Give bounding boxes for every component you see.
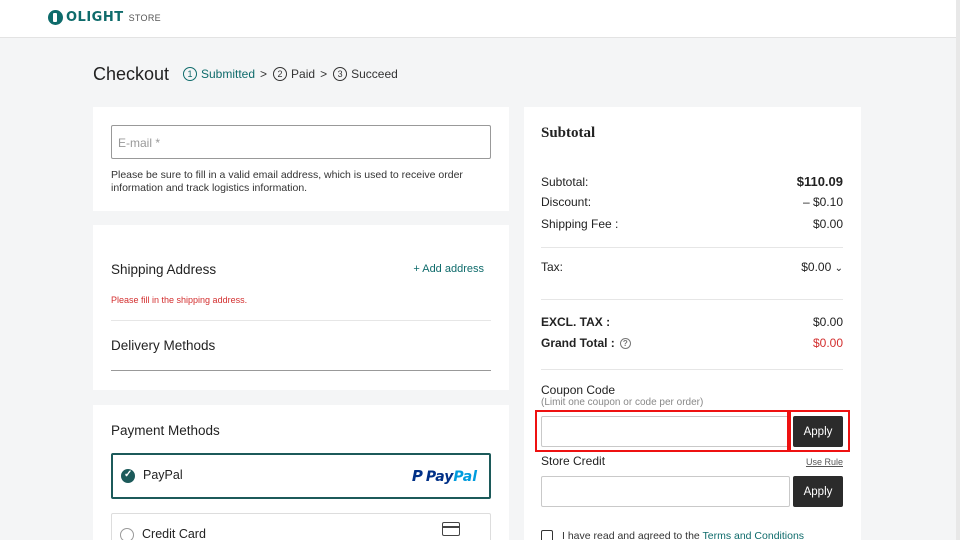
tax-label: Tax: (541, 260, 564, 274)
subtotal-row: Subtotal: $110.09 (541, 174, 843, 189)
payment-option-paypal[interactable]: PayPal PPayPal (111, 453, 491, 499)
excl-tax-value: $0.00 (812, 315, 843, 329)
step-label: Paid (291, 67, 316, 81)
terms-text: I have read and agreed to the (562, 530, 703, 540)
logo-text: OLIGHT (66, 10, 124, 25)
top-bar: OLIGHT STORE (0, 0, 960, 38)
shipping-address-title: Shipping Address (111, 262, 217, 277)
use-rule-link[interactable]: Use Rule (806, 457, 843, 467)
email-note: Please be sure to fill in a valid email … (111, 169, 463, 194)
grand-total-row: Grand Total :? $0.00 (541, 336, 843, 350)
olight-logo-icon (48, 10, 63, 25)
add-address-link[interactable]: + Add address (413, 263, 484, 275)
shipping-fee-label: Shipping Fee : (541, 217, 619, 231)
logo-store-label: STORE (128, 12, 161, 23)
discount-value: – $0.10 (802, 195, 843, 209)
step-number: 2 (273, 67, 288, 81)
shipping-error: Please fill in the shipping address. (111, 295, 248, 305)
terms-agreement: I have read and agreed to the Terms and … (541, 530, 804, 540)
email-field[interactable]: E-mail * (111, 125, 491, 159)
shipping-fee-row: Shipping Fee : $0.00 (541, 217, 843, 231)
chevron-right-icon: > (260, 67, 268, 81)
coupon-code-title: Coupon Code (541, 383, 616, 397)
store-credit-input[interactable] (541, 476, 790, 507)
tax-row: Tax: $0.00 ⌄ (541, 260, 843, 274)
radio-checked-icon[interactable] (121, 469, 135, 483)
tax-value: $0.00 (801, 260, 832, 274)
excl-tax-label: EXCL. TAX : (541, 315, 611, 329)
payment-card: Payment Methods PayPal PPayPal Credit Ca… (93, 405, 509, 540)
subtotal-label: Subtotal: (541, 174, 589, 189)
step-submitted: 1 Submitted (183, 67, 255, 81)
divider (111, 370, 491, 371)
step-number: 1 (183, 67, 197, 81)
order-summary-card: Subtotal Subtotal: $110.09 Discount: – $… (524, 107, 861, 540)
step-label: Succeed (351, 67, 398, 81)
grand-total-label: Grand Total : (541, 336, 615, 350)
step-label: Submitted (201, 67, 256, 81)
chevron-down-icon: ⌄ (834, 263, 843, 274)
summary-title: Subtotal (541, 125, 596, 141)
payment-methods-title: Payment Methods (111, 423, 220, 438)
divider (541, 299, 843, 300)
step-succeed: 3 Succeed (333, 67, 398, 81)
divider (111, 320, 491, 321)
discount-label: Discount: (541, 195, 592, 209)
delivery-methods-title[interactable]: Delivery Methods (111, 338, 215, 353)
info-icon[interactable]: ? (619, 338, 631, 350)
subtotal-value: $110.09 (796, 174, 843, 189)
apply-credit-button[interactable]: Apply (793, 476, 843, 507)
credit-card-icon (442, 522, 460, 536)
store-credit-title: Store Credit (541, 454, 606, 468)
chevron-right-icon: > (320, 67, 328, 81)
discount-row: Discount: – $0.10 (541, 195, 843, 209)
payment-option-label: Credit Card (142, 527, 206, 540)
radio-icon[interactable] (120, 528, 134, 540)
tax-dropdown[interactable]: $0.00 ⌄ (801, 260, 843, 274)
excl-tax-row: EXCL. TAX : $0.00 (541, 315, 843, 329)
email-card: E-mail * Please be sure to fill in a val… (93, 107, 509, 211)
grand-total-value: $0.00 (812, 336, 843, 350)
step-paid: 2 Paid (273, 67, 315, 81)
highlight-box (535, 410, 789, 452)
highlight-box (789, 410, 850, 452)
paypal-logo: P PayPal (411, 467, 477, 485)
page-scrollbar[interactable] (956, 0, 960, 540)
divider (541, 369, 843, 370)
olight-logo[interactable]: OLIGHT STORE (48, 10, 161, 25)
page-title: Checkout (93, 64, 170, 84)
payment-option-credit-card[interactable]: Credit Card (111, 513, 491, 540)
checkout-steps: 1 Submitted > 2 Paid > 3 Succeed (183, 67, 398, 81)
terms-checkbox[interactable] (541, 530, 553, 540)
payment-option-label: PayPal (143, 468, 183, 482)
step-number: 3 (333, 67, 348, 81)
divider (541, 247, 843, 248)
shipping-card: Shipping Address + Add address Please fi… (93, 225, 509, 390)
terms-link[interactable]: Terms and Conditions (703, 530, 805, 540)
coupon-code-note: (Limit one coupon or code per order) (541, 397, 704, 408)
shipping-fee-value: $0.00 (812, 217, 843, 231)
paypal-p-icon: P (411, 467, 423, 485)
